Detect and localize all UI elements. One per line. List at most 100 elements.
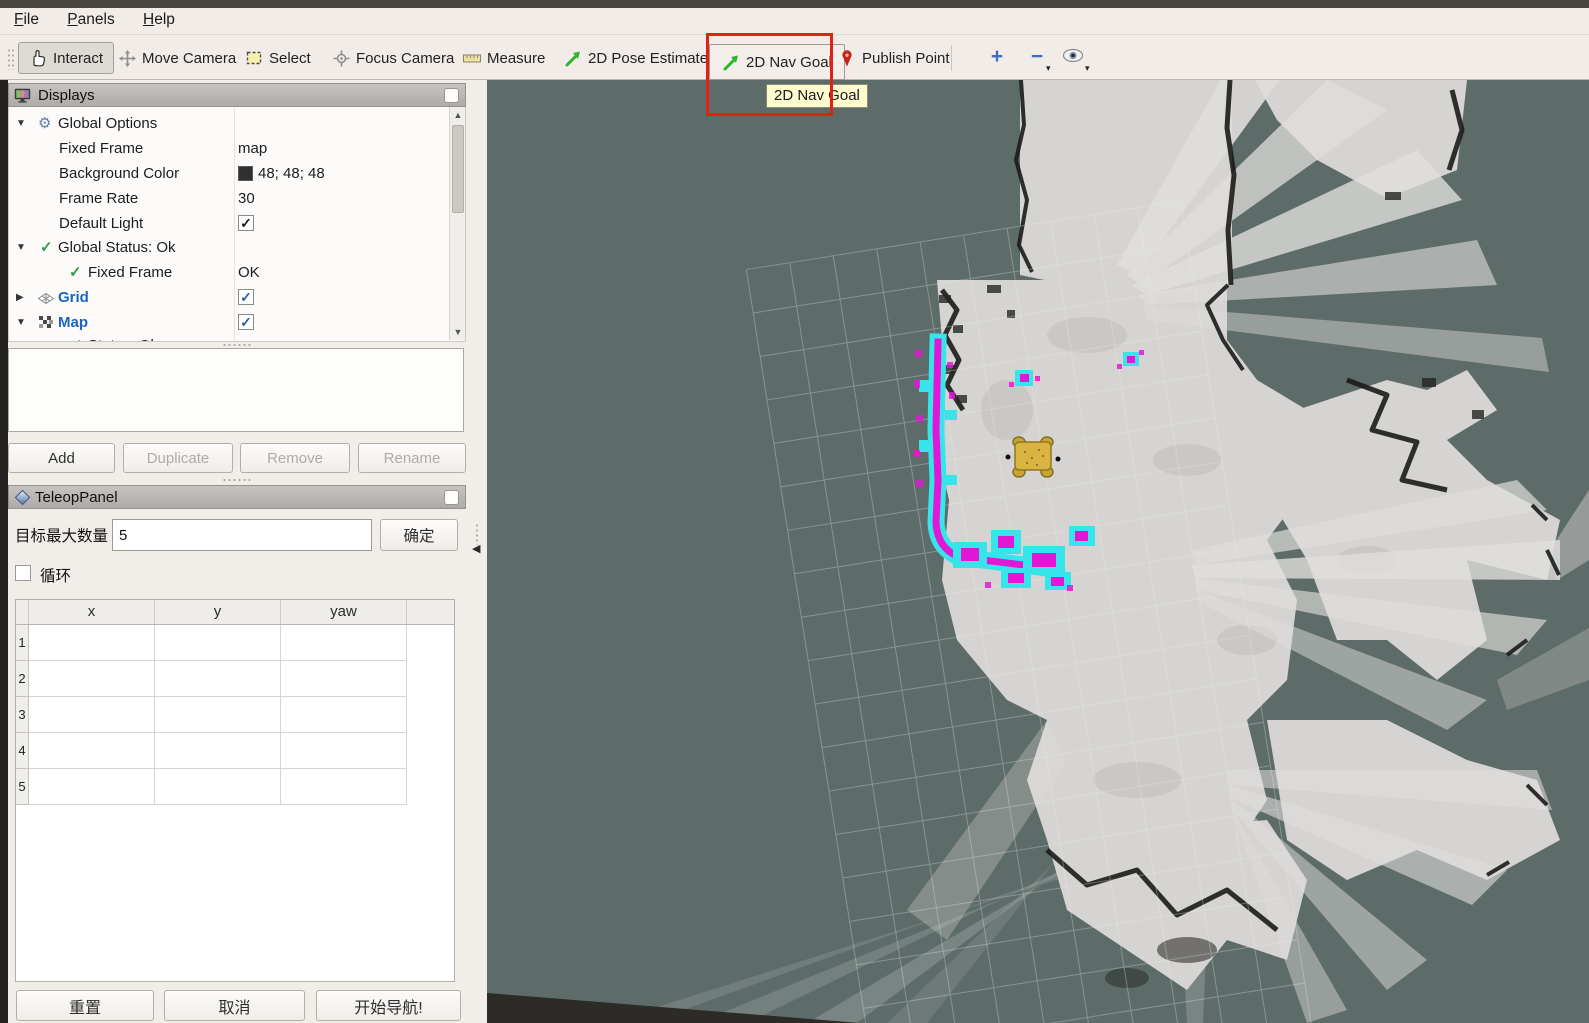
visibility-button[interactable] [1062, 47, 1084, 69]
table-cell[interactable] [281, 697, 407, 733]
table-cell[interactable] [29, 625, 155, 661]
displays-panel-header[interactable]: Displays [8, 83, 466, 107]
tree-row-grid[interactable]: ▶ Grid ✓ [9, 287, 449, 311]
tool-measure[interactable]: Measure [463, 47, 545, 69]
remove-button[interactable]: Remove [240, 443, 350, 473]
expand-arrow-icon[interactable]: ▶ [46, 340, 54, 342]
teleop-panel-icon [15, 489, 31, 505]
robot-side-dot [1056, 457, 1061, 462]
splitter-handle[interactable] [222, 343, 252, 347]
expand-arrow-icon[interactable]: ▼ [16, 118, 26, 129]
splitter-handle[interactable] [222, 478, 252, 482]
table-cell[interactable] [155, 661, 281, 697]
duplicate-button[interactable]: Duplicate [123, 443, 233, 473]
tree-row-map-status[interactable]: ▶ ✓ Status: Ok [9, 335, 449, 342]
row-header[interactable]: 5 [16, 769, 29, 805]
tool-bar: Interact Move Camera Select Focus Camera [0, 35, 1589, 80]
menu-panels[interactable]: Panels [57, 8, 124, 32]
tool-interact[interactable]: Interact [18, 42, 114, 74]
table-cell[interactable] [29, 661, 155, 697]
add-tool-button[interactable]: + [986, 47, 1008, 69]
confirm-button[interactable]: 确定 [380, 519, 458, 551]
row-header[interactable]: 4 [16, 733, 29, 769]
tree-row-global-options[interactable]: ▼ ⚙ Global Options [9, 113, 449, 137]
teleop-panel-checkbox[interactable] [444, 490, 459, 505]
default-light-checkbox[interactable]: ✓ [238, 215, 254, 231]
expand-arrow-icon[interactable]: ▼ [16, 242, 26, 253]
tree-row-frame-rate[interactable]: Frame Rate 30 [9, 188, 449, 212]
tool-label: Interact [53, 50, 103, 67]
tool-2d-nav-goal[interactable]: 2D Nav Goal [709, 44, 845, 80]
menu-help[interactable]: Help [133, 8, 185, 32]
table-cell[interactable] [281, 733, 407, 769]
tree-row-default-light[interactable]: Default Light ✓ [9, 213, 449, 237]
collapse-left-icon[interactable]: ◀ [472, 542, 480, 555]
row-header[interactable]: 1 [16, 625, 29, 661]
table-cell[interactable] [155, 625, 281, 661]
nav-goal-tooltip: 2D Nav Goal [766, 84, 868, 108]
row-header[interactable]: 3 [16, 697, 29, 733]
tree-label: Map [58, 314, 88, 331]
dropdown-arrow-icon[interactable]: ▾ [1046, 63, 1051, 74]
tree-value[interactable]: map [238, 140, 267, 157]
scroll-up-button[interactable]: ▲ [450, 107, 466, 123]
table-cell[interactable] [155, 697, 281, 733]
tree-row-map[interactable]: ▼ Map ✓ [9, 312, 449, 336]
tree-label: Global Status: Ok [58, 239, 176, 256]
tool-label: Measure [487, 50, 545, 67]
add-button[interactable]: Add [8, 443, 115, 473]
row-header[interactable]: 2 [16, 661, 29, 697]
table-cell[interactable] [29, 697, 155, 733]
window-title-strip [0, 0, 1589, 8]
table-cell[interactable] [155, 733, 281, 769]
remove-tool-button[interactable]: − [1026, 47, 1048, 69]
tool-select[interactable]: Select [245, 47, 311, 69]
panel-splitter[interactable]: ◀ [466, 80, 487, 1023]
table-cell[interactable] [155, 769, 281, 805]
displays-panel-checkbox[interactable] [444, 88, 459, 103]
scroll-down-button[interactable]: ▼ [450, 324, 466, 340]
expand-arrow-icon[interactable]: ▶ [16, 292, 24, 303]
tree-value[interactable]: 30 [238, 190, 255, 207]
tree-row-fixed-frame[interactable]: Fixed Frame map [9, 138, 449, 162]
grid-checkbox[interactable]: ✓ [238, 289, 254, 305]
corner-header[interactable] [16, 600, 29, 624]
loop-checkbox[interactable] [15, 565, 31, 581]
table-cell[interactable] [281, 769, 407, 805]
scrollbar-thumb[interactable] [452, 125, 464, 213]
menu-file[interactable]: File [4, 8, 49, 32]
tool-label: 2D Nav Goal [746, 54, 832, 71]
map-checkbox[interactable]: ✓ [238, 314, 254, 330]
tool-focus-camera[interactable]: Focus Camera [332, 47, 454, 69]
column-header-y[interactable]: y [155, 600, 281, 624]
color-swatch[interactable] [238, 166, 253, 181]
toolbar-drag-handle[interactable] [7, 48, 14, 70]
rename-button[interactable]: Rename [358, 443, 466, 473]
table-cell[interactable] [281, 625, 407, 661]
column-header-yaw[interactable]: yaw [281, 600, 407, 624]
tool-publish-point[interactable]: Publish Point [838, 47, 950, 69]
rviz-window: File Panels Help Interact Move Camera Se… [0, 0, 1589, 1023]
table-cell[interactable] [29, 769, 155, 805]
tree-value[interactable]: 48; 48; 48 [238, 165, 325, 182]
left-panel-area: Displays ▼ ⚙ Global Options Fixed Frame … [8, 80, 466, 1023]
column-header-x[interactable]: x [29, 600, 155, 624]
teleop-panel-header[interactable]: TeleopPanel [8, 485, 466, 509]
tree-row-fixed-frame-status[interactable]: ✓ Fixed Frame OK [9, 262, 449, 286]
hand-pointer-icon [29, 49, 47, 67]
table-cell[interactable] [281, 661, 407, 697]
table-cell[interactable] [29, 733, 155, 769]
dropdown-arrow-icon[interactable]: ▾ [1085, 63, 1090, 74]
tree-row-global-status[interactable]: ▼ ✓ Global Status: Ok [9, 237, 449, 261]
start-navigation-button[interactable]: 开始导航! [316, 990, 461, 1021]
expand-arrow-icon[interactable]: ▼ [16, 317, 26, 328]
reset-button[interactable]: 重置 [16, 990, 154, 1021]
max-goal-input[interactable] [112, 519, 372, 551]
tree-row-background-color[interactable]: Background Color 48; 48; 48 [9, 163, 449, 187]
3d-viewport[interactable] [487, 80, 1589, 1023]
tree-scrollbar[interactable]: ▲ ▼ [449, 107, 466, 340]
cancel-button[interactable]: 取消 [164, 990, 305, 1021]
ruler-icon [463, 49, 481, 67]
tool-move-camera[interactable]: Move Camera [118, 47, 236, 69]
tool-2d-pose-estimate[interactable]: 2D Pose Estimate [564, 47, 708, 69]
